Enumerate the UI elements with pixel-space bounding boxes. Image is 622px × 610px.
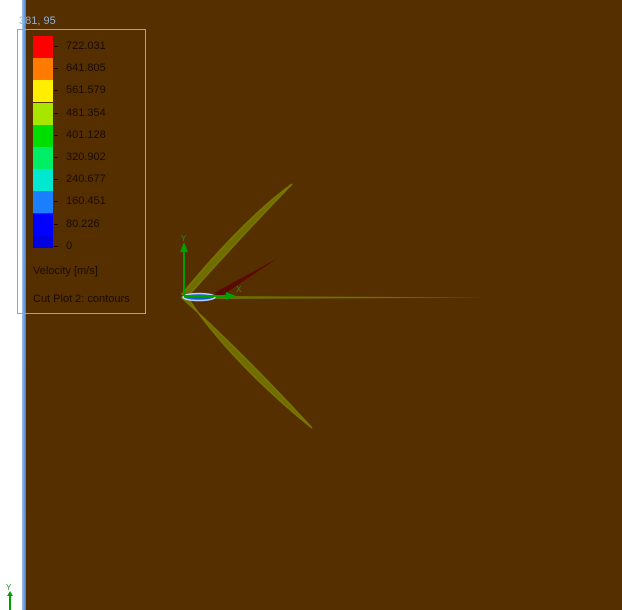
- contour-wake-line: [212, 296, 487, 299]
- contour-dark-streak: [214, 258, 278, 297]
- contour-blade-lower: [180, 297, 313, 429]
- corner-axis-y-label: Y: [6, 583, 12, 592]
- triad-y-arrow-icon: [180, 242, 188, 252]
- triad-y-label: Y: [181, 234, 187, 243]
- graphics-viewport[interactable]: Y X: [0, 0, 622, 610]
- triad-x-label: X: [236, 285, 242, 294]
- contour-blade-upper: [180, 183, 293, 297]
- corner-axis-indicator: Y: [6, 583, 13, 610]
